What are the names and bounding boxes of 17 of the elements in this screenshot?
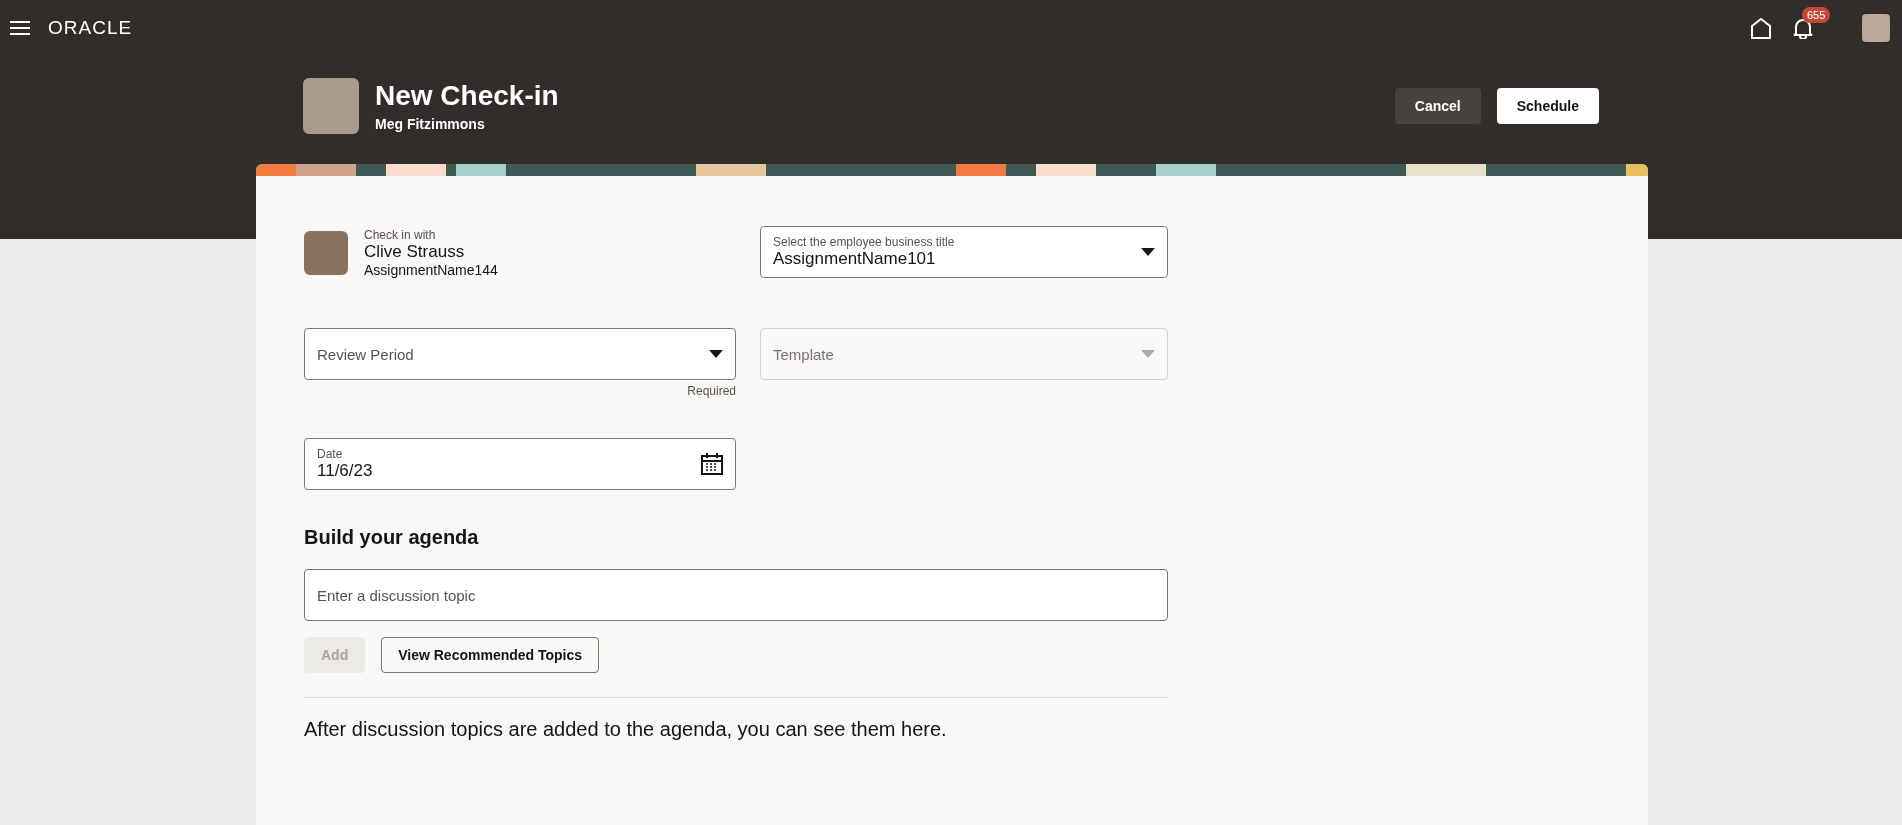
review-period-select[interactable]: Review Period [304,328,736,380]
discussion-topic-field[interactable]: Enter a discussion topic [304,569,1168,621]
logo[interactable]: ORACLE [48,17,133,39]
assignment-name: AssignmentName144 [364,262,498,278]
notification-count-badge: 655 [1802,7,1831,23]
manager-name: Clive Strauss [364,242,466,262]
empty-agenda-message: After discussion topics are added to the agenda, you can see them here. [304,718,948,741]
date-field[interactable]: Date 11/6/23 [304,438,736,490]
view-recommended-topics-button[interactable]: View Recommended Topics [381,637,600,673]
business-title-select[interactable]: Select the employee business title AssignmentName101 [760,226,1168,278]
required-helper-text: Required [687,384,736,398]
page-title: New Check-in [375,80,559,112]
agenda-heading: Build your agenda [304,526,480,549]
cancel-button[interactable]: Cancel [1394,88,1481,124]
schedule-button[interactable]: Schedule [1496,88,1599,124]
employee-name: Meg Fitzimmons [375,116,486,132]
check-in-with-label: Check in with [364,228,437,242]
